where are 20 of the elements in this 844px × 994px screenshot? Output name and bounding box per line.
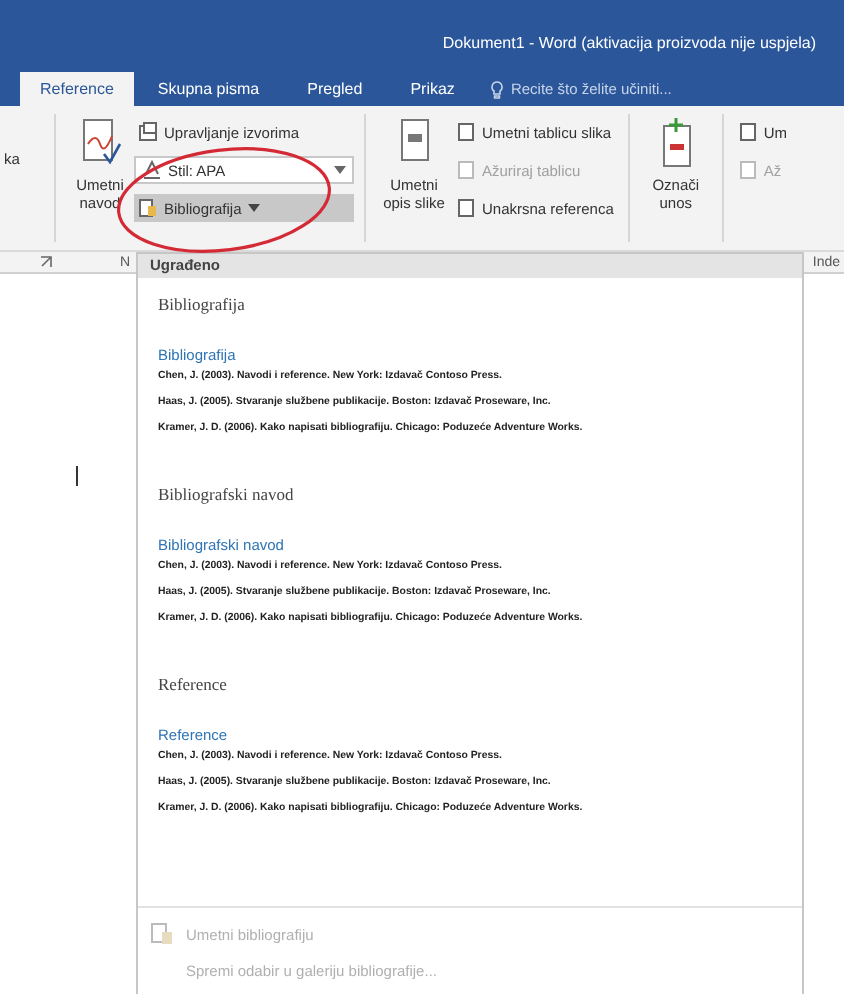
text-cursor: [76, 466, 78, 486]
ribbon-tab[interactable]: Reference: [20, 72, 134, 106]
bibliography-icon: [150, 922, 174, 946]
bibliography-icon: [138, 198, 158, 218]
ribbon-tab[interactable]: Skupna pisma: [133, 72, 284, 106]
citation-icon: [78, 118, 122, 170]
lightbulb-icon: [490, 79, 505, 99]
ribbon-tab[interactable]: Prikaz: [386, 72, 479, 106]
section-title: Reference: [158, 674, 229, 694]
window-title: Dokument1 - Word (aktivacija proizvoda nije uspjela): [442, 34, 816, 56]
dropdown-arrow-icon: [334, 166, 346, 174]
section-title: Bibliografski navod: [158, 484, 296, 504]
document-icon: [737, 122, 758, 142]
document-icon: [737, 160, 758, 180]
sources-icon: [138, 122, 158, 142]
ribbon-tab[interactable]: Pregled: [283, 72, 387, 106]
dropdown-arrow-icon: [247, 204, 260, 212]
section-title: Bibliografija: [158, 294, 247, 314]
style-icon: [142, 160, 162, 180]
dialog-launcher-icon: [40, 256, 52, 268]
